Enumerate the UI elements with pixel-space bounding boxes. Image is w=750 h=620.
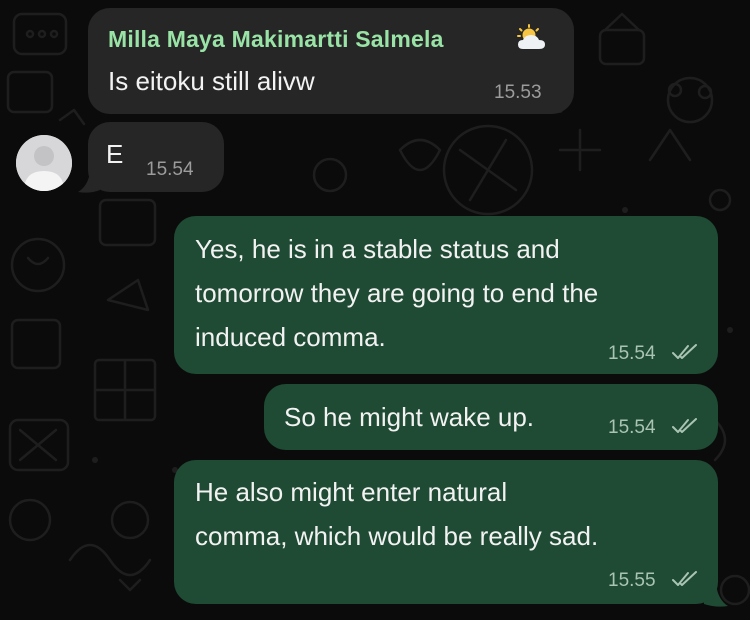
incoming-message[interactable]: E 15.54: [88, 122, 224, 192]
message-text-line: He also might enter natural: [195, 477, 508, 507]
outgoing-message[interactable]: So he might wake up. 15.54: [264, 384, 718, 450]
sun-behind-cloud-icon: [517, 24, 545, 49]
double-check-icon: [672, 571, 697, 586]
incoming-message[interactable]: Milla Maya Makimartti Salmela Is eitoku …: [88, 8, 574, 114]
double-check-icon: [672, 418, 697, 433]
message-timestamp: 15.54: [608, 343, 656, 364]
message-text: E: [106, 139, 124, 169]
double-check-icon: [672, 344, 697, 359]
message-text: Is eitoku still alivw: [108, 66, 315, 96]
outgoing-message[interactable]: Yes, he is in a stable status and tomorr…: [174, 216, 718, 374]
message-timestamp: 15.55: [608, 570, 656, 591]
message-text-line: induced comma.: [195, 322, 386, 352]
message-timestamp: 15.54: [146, 159, 194, 180]
message-text: So he might wake up.: [284, 402, 535, 432]
contact-avatar[interactable]: [16, 135, 72, 191]
message-text-line: Yes, he is in a stable status and: [195, 234, 560, 264]
message-text-line: tomorrow they are going to end the: [195, 278, 599, 308]
message-timestamp: 15.54: [608, 417, 656, 438]
message-text-line: comma, which would be really sad.: [195, 521, 599, 551]
outgoing-message[interactable]: He also might enter natural comma, which…: [174, 460, 718, 604]
sender-name[interactable]: Milla Maya Makimartti Salmela: [108, 26, 444, 53]
default-avatar-icon: [16, 135, 72, 191]
message-timestamp: 15.53: [494, 82, 542, 103]
